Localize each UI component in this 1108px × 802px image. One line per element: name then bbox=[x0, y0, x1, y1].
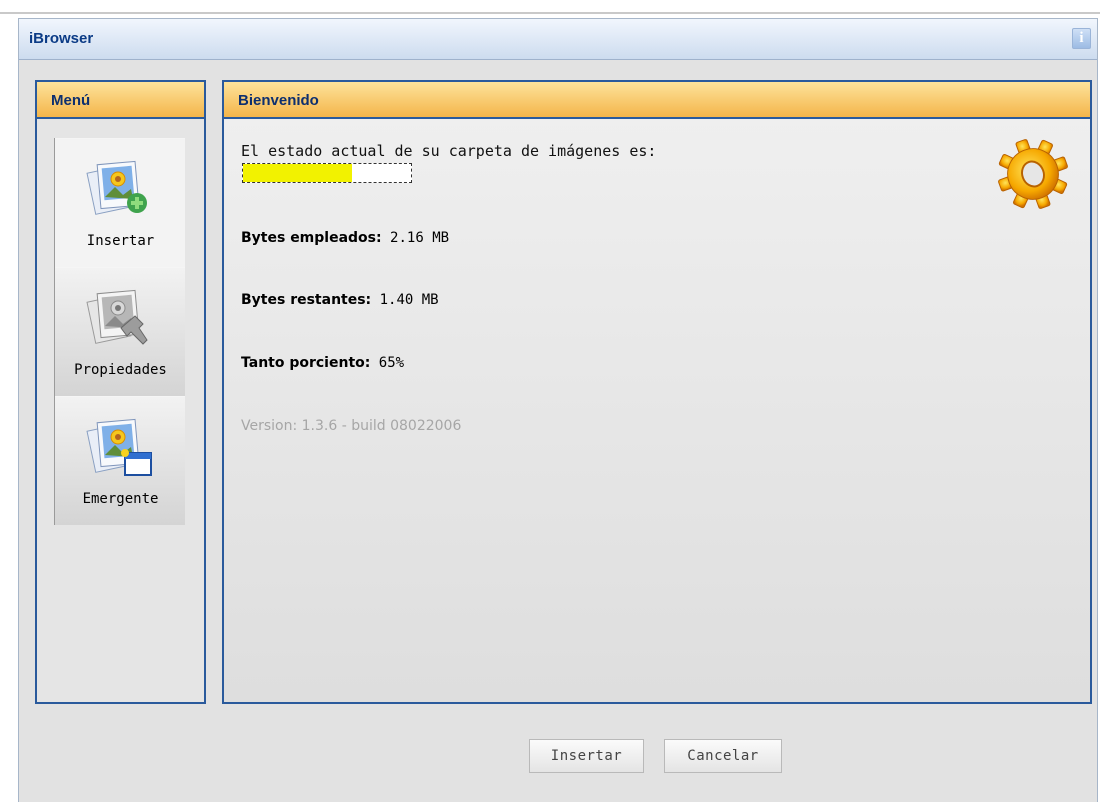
version-text: Version: 1.3.6 - build 08022006 bbox=[241, 418, 462, 434]
bytes-used-label: Bytes empleados: bbox=[241, 230, 382, 246]
welcome-panel: Bienvenido El estado actual de su carpet… bbox=[222, 80, 1092, 704]
bytes-used-row: Bytes empleados: 2.16 MB bbox=[241, 230, 449, 246]
percent-label: Tanto porciento: bbox=[241, 355, 371, 371]
percent-value: 65% bbox=[378, 355, 405, 371]
percent-row: Tanto porciento: 65% bbox=[241, 355, 404, 371]
welcome-content: El estado actual de su carpeta de imágen… bbox=[224, 117, 1090, 702]
gear-icon bbox=[998, 139, 1068, 209]
title-bar: iBrowser i bbox=[19, 19, 1097, 60]
menu-item-emergente[interactable]: Emergente bbox=[55, 396, 185, 525]
menu-item-label: Emergente bbox=[82, 491, 159, 507]
bytes-left-label: Bytes restantes: bbox=[241, 292, 372, 308]
bytes-left-value: 1.40 MB bbox=[379, 292, 439, 308]
menu-item-insertar[interactable]: Insertar bbox=[55, 138, 185, 267]
ibrowser-window: iBrowser i Menú Insertar Propiedades Eme… bbox=[18, 18, 1098, 802]
usage-progress-bar bbox=[242, 163, 412, 183]
image-properties-icon bbox=[86, 289, 148, 345]
welcome-header: Bienvenido bbox=[224, 82, 1090, 119]
menu-item-label: Propiedades bbox=[74, 362, 167, 378]
window-title: iBrowser bbox=[29, 30, 94, 47]
menu-item-propiedades[interactable]: Propiedades bbox=[55, 267, 185, 396]
menu-header: Menú bbox=[37, 82, 204, 119]
top-divider bbox=[0, 12, 1100, 14]
menu-panel: Menú Insertar Propiedades Emergente bbox=[35, 80, 206, 704]
info-icon[interactable]: i bbox=[1072, 28, 1091, 49]
popup-window-icon bbox=[86, 418, 152, 476]
insert-button[interactable]: Insertar bbox=[529, 739, 644, 773]
status-intro-text: El estado actual de su carpeta de imágen… bbox=[241, 142, 657, 160]
cancel-button[interactable]: Cancelar bbox=[664, 739, 782, 773]
insert-image-icon bbox=[86, 160, 147, 215]
menu-item-label: Insertar bbox=[86, 233, 155, 249]
bytes-used-value: 2.16 MB bbox=[390, 230, 450, 246]
usage-progress-fill bbox=[243, 164, 353, 182]
bytes-left-row: Bytes restantes: 1.40 MB bbox=[241, 292, 439, 308]
menu-list: Insertar Propiedades Emergente bbox=[54, 138, 185, 525]
